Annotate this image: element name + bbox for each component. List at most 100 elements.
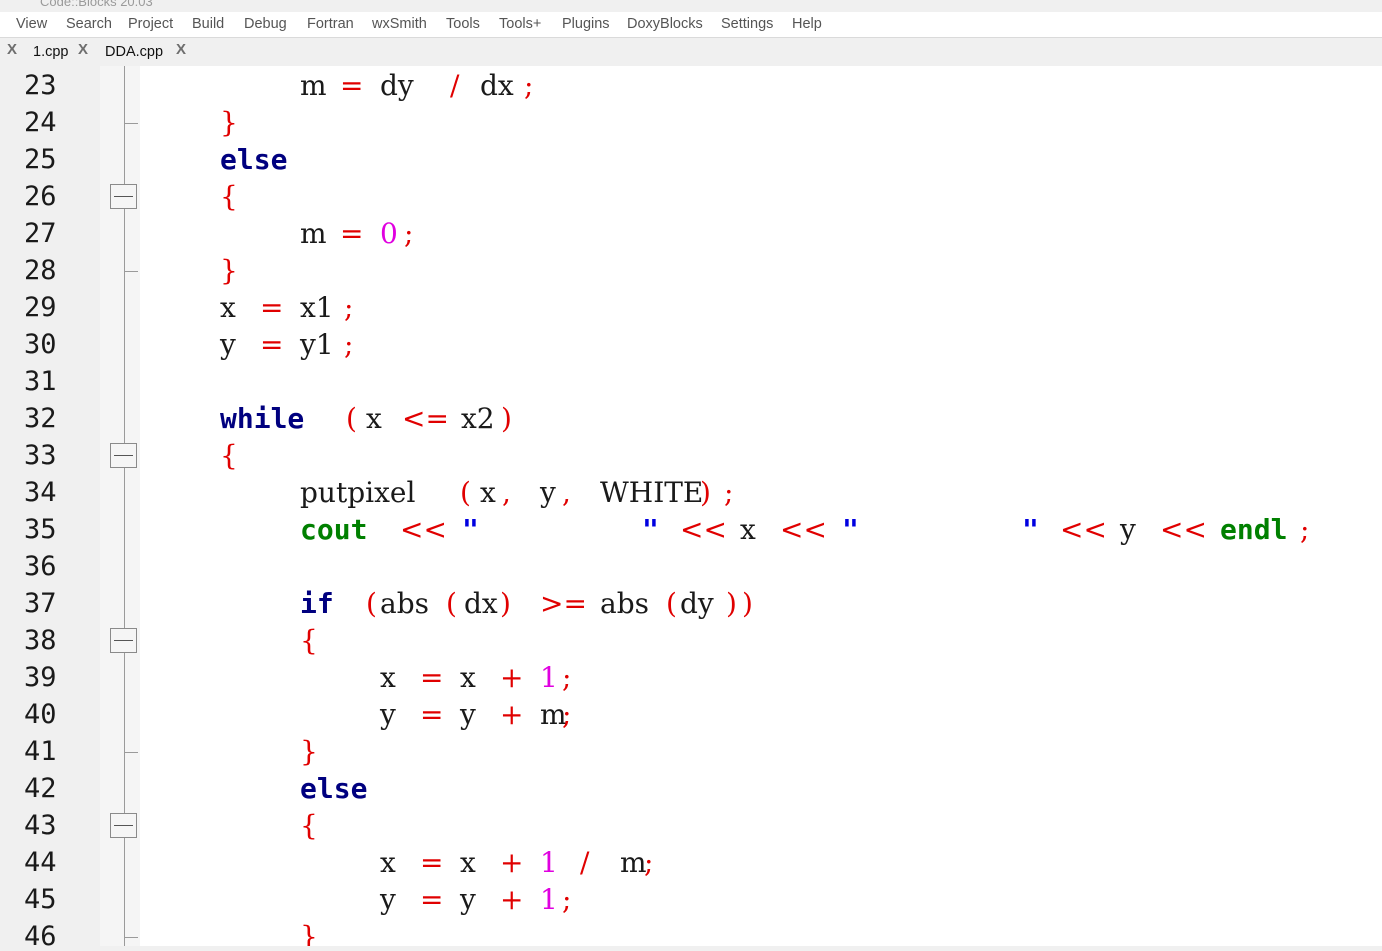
code-token: ; xyxy=(562,661,572,694)
code-token: 1 xyxy=(540,661,558,694)
code-line[interactable]: } xyxy=(140,918,1382,946)
code-line[interactable]: else xyxy=(140,141,1382,178)
code-token: dy xyxy=(380,69,414,102)
code-line[interactable]: x = x +1; xyxy=(140,659,1382,696)
code-token: , xyxy=(502,476,511,509)
code-token: + xyxy=(500,661,524,694)
code-token: { xyxy=(220,180,238,213)
fold-collapse-icon[interactable] xyxy=(110,443,137,468)
code-token: = xyxy=(420,661,444,694)
code-token: 0 xyxy=(380,217,398,250)
code-line[interactable]: m = 0; xyxy=(140,215,1382,252)
code-line[interactable]: y = y +1; xyxy=(140,881,1382,918)
code-token: / xyxy=(580,846,590,879)
line-number: 26 xyxy=(24,181,57,212)
code-token: } xyxy=(300,735,318,768)
line-number: 34 xyxy=(24,477,57,508)
code-line[interactable]: } xyxy=(140,252,1382,289)
code-line[interactable]: while (x <= x2) xyxy=(140,400,1382,437)
code-token: } xyxy=(220,254,238,287)
tab-1cpp-close-icon[interactable]: X xyxy=(7,41,17,58)
line-number: 40 xyxy=(24,699,57,730)
code-token: y xyxy=(380,883,396,916)
menu-project[interactable]: Project xyxy=(128,16,173,32)
code-token: >= xyxy=(540,587,587,620)
tab-ddacpp-close-icon-right[interactable]: X xyxy=(176,41,186,58)
fold-end-marker xyxy=(124,752,138,753)
code-token: ( xyxy=(666,587,677,620)
code-token: = xyxy=(420,698,444,731)
code-token: ) xyxy=(501,402,512,435)
code-line[interactable]: { xyxy=(140,807,1382,844)
code-token: else xyxy=(220,143,288,176)
menu-tools-plus[interactable]: Tools+ xyxy=(499,16,541,32)
code-token: 1 xyxy=(540,883,558,916)
code-line[interactable] xyxy=(140,548,1382,585)
code-line[interactable]: y = y1; xyxy=(140,326,1382,363)
code-token: " xyxy=(462,513,479,546)
code-line[interactable]: { xyxy=(140,437,1382,474)
tab-ddacpp-close-icon[interactable]: X xyxy=(78,41,88,58)
menu-view[interactable]: View xyxy=(16,16,47,32)
line-number: 44 xyxy=(24,847,57,878)
code-token: = xyxy=(420,883,444,916)
code-token: abs xyxy=(600,587,649,620)
code-token: y xyxy=(540,476,556,509)
code-token: y xyxy=(1120,513,1136,546)
code-line[interactable]: } xyxy=(140,733,1382,770)
window-title: Code::Blocks 20.03 xyxy=(40,0,153,9)
fold-collapse-icon[interactable] xyxy=(110,813,137,838)
code-token: << xyxy=(1160,513,1207,546)
line-number: 43 xyxy=(24,810,57,841)
code-line[interactable]: putpixel(x, y, WHITE); xyxy=(140,474,1382,511)
fold-end-marker xyxy=(124,937,138,938)
fold-collapse-icon[interactable] xyxy=(110,628,137,653)
code-token: dy xyxy=(680,587,714,620)
code-token: { xyxy=(300,624,318,657)
code-token: x xyxy=(460,661,476,694)
code-token: ; xyxy=(644,846,654,879)
code-line[interactable]: if(abs(dx) >= abs(dy)) xyxy=(140,585,1382,622)
code-token: ( xyxy=(446,587,457,620)
code-token: x xyxy=(480,476,496,509)
code-token: << xyxy=(400,513,447,546)
code-editor[interactable]: m = dy / dx;} else{m = 0;} x = x1; y = y1; while(x <= x2… xyxy=(140,66,1382,946)
code-token: ) xyxy=(700,476,711,509)
menu-plugins[interactable]: Plugins xyxy=(562,16,610,32)
menu-build[interactable]: Build xyxy=(192,16,224,32)
code-line[interactable]: y = y + m; xyxy=(140,696,1382,733)
menu-tools[interactable]: Tools xyxy=(446,16,480,32)
line-number: 42 xyxy=(24,773,57,804)
code-token: = xyxy=(340,217,364,250)
code-line[interactable]: m = dy / dx; xyxy=(140,67,1382,104)
menu-search[interactable]: Search xyxy=(66,16,112,32)
tab-1cpp[interactable]: 1.cpp xyxy=(33,44,68,60)
code-token: y1 xyxy=(300,328,334,361)
menu-help[interactable]: Help xyxy=(792,16,822,32)
code-token: << xyxy=(780,513,827,546)
code-line[interactable]: x = x1; xyxy=(140,289,1382,326)
menu-debug[interactable]: Debug xyxy=(244,16,287,32)
fold-collapse-icon[interactable] xyxy=(110,184,137,209)
menu-settings[interactable]: Settings xyxy=(721,16,773,32)
code-line[interactable] xyxy=(140,363,1382,400)
menu-fortran[interactable]: Fortran xyxy=(307,16,354,32)
code-line[interactable]: } xyxy=(140,104,1382,141)
code-line[interactable]: x = x +1 / m; xyxy=(140,844,1382,881)
tab-ddacpp[interactable]: DDA.cpp xyxy=(105,44,163,60)
code-token: WHITE xyxy=(600,476,704,509)
code-token: ; xyxy=(344,328,354,361)
line-number: 30 xyxy=(24,329,57,360)
code-token: x xyxy=(460,846,476,879)
code-token: ( xyxy=(346,402,357,435)
menu-doxyblocks[interactable]: DoxyBlocks xyxy=(627,16,703,32)
code-line[interactable]: { xyxy=(140,622,1382,659)
menu-wxsmith[interactable]: wxSmith xyxy=(372,16,427,32)
code-line[interactable]: else xyxy=(140,770,1382,807)
code-token: } xyxy=(300,920,318,946)
code-line[interactable]: cout << " " << x << " " << y << endl; xyxy=(140,511,1382,548)
code-token: x1 xyxy=(300,291,334,324)
code-line[interactable]: { xyxy=(140,178,1382,215)
code-token: + xyxy=(500,883,524,916)
code-token: y xyxy=(220,328,236,361)
